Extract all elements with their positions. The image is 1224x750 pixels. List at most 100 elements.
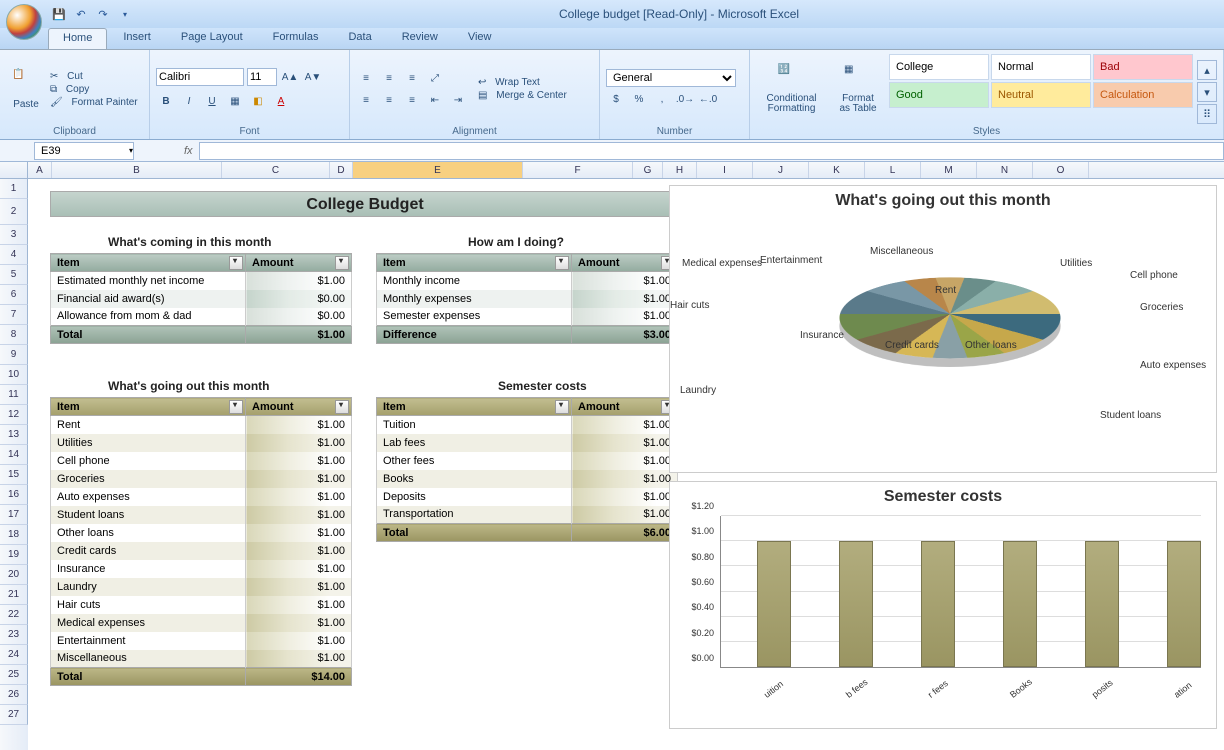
tab-review[interactable]: Review <box>388 28 452 49</box>
column-header[interactable]: I <box>697 162 753 178</box>
formula-input[interactable] <box>199 142 1224 160</box>
row-header[interactable]: 17 <box>0 505 28 525</box>
comma-format-icon[interactable]: , <box>652 89 672 109</box>
column-header[interactable]: M <box>921 162 977 178</box>
merge-center-button[interactable]: ▤ Merge & Center <box>478 90 567 101</box>
align-bottom-icon[interactable]: ≡ <box>402 68 422 88</box>
style-cell[interactable]: Normal <box>991 54 1091 80</box>
cut-button[interactable]: ✂ Cut <box>50 71 138 82</box>
tab-data[interactable]: Data <box>334 28 385 49</box>
row-header[interactable]: 7 <box>0 305 28 325</box>
row-header[interactable]: 8 <box>0 325 28 345</box>
column-header[interactable]: B <box>52 162 222 178</box>
row-header[interactable]: 9 <box>0 345 28 365</box>
tab-home[interactable]: Home <box>48 28 107 49</box>
row-header[interactable]: 19 <box>0 545 28 565</box>
tab-view[interactable]: View <box>454 28 506 49</box>
align-right-icon[interactable]: ≡ <box>402 90 422 110</box>
column-header[interactable]: A <box>28 162 52 178</box>
wrap-text-button[interactable]: ↩ Wrap Text <box>478 77 567 88</box>
filter-icon[interactable] <box>229 256 243 270</box>
column-header[interactable]: E <box>353 162 523 178</box>
font-size-select[interactable] <box>247 68 277 86</box>
row-header[interactable]: 27 <box>0 705 28 725</box>
italic-button[interactable]: I <box>179 91 199 111</box>
font-color-button[interactable]: A <box>271 91 291 111</box>
decrease-indent-icon[interactable]: ⇤ <box>425 90 445 110</box>
save-icon[interactable]: 💾 <box>50 5 68 23</box>
column-header[interactable]: F <box>523 162 633 178</box>
row-header[interactable]: 2 <box>0 199 28 225</box>
column-header[interactable]: H <box>663 162 697 178</box>
bar-chart[interactable]: Semester costs $0.00$0.20$0.40$0.60$0.80… <box>669 481 1217 729</box>
row-header[interactable]: 20 <box>0 565 28 585</box>
filter-icon[interactable] <box>229 400 243 414</box>
row-header[interactable]: 16 <box>0 485 28 505</box>
qat-dropdown-icon[interactable]: ▾ <box>116 5 134 23</box>
row-header[interactable]: 26 <box>0 685 28 705</box>
undo-icon[interactable]: ↶ <box>72 5 90 23</box>
row-header[interactable]: 15 <box>0 465 28 485</box>
accounting-format-icon[interactable]: $ <box>606 89 626 109</box>
styles-more-icon[interactable]: ⠿ <box>1197 104 1217 124</box>
column-header[interactable]: K <box>809 162 865 178</box>
tab-insert[interactable]: Insert <box>109 28 165 49</box>
redo-icon[interactable]: ↷ <box>94 5 112 23</box>
border-button[interactable]: ▦ <box>225 91 245 111</box>
increase-decimal-icon[interactable]: .0→ <box>675 89 695 109</box>
decrease-decimal-icon[interactable]: ←.0 <box>698 89 718 109</box>
worksheet-area[interactable]: College Budget What's coming in this mon… <box>28 179 1224 750</box>
styles-scroll-up-icon[interactable]: ▴ <box>1197 60 1217 80</box>
row-header[interactable]: 14 <box>0 445 28 465</box>
style-cell[interactable]: College <box>889 54 989 80</box>
row-header[interactable]: 18 <box>0 525 28 545</box>
style-cell[interactable]: Neutral <box>991 82 1091 108</box>
row-header[interactable]: 23 <box>0 625 28 645</box>
format-as-table-button[interactable]: ▦ Format as Table <box>831 54 885 124</box>
column-header[interactable]: C <box>222 162 330 178</box>
align-center-icon[interactable]: ≡ <box>379 90 399 110</box>
filter-icon[interactable] <box>335 256 349 270</box>
column-header[interactable]: G <box>633 162 663 178</box>
decrease-font-icon[interactable]: A▼ <box>303 67 323 87</box>
row-header[interactable]: 10 <box>0 365 28 385</box>
column-header[interactable]: O <box>1033 162 1089 178</box>
align-middle-icon[interactable]: ≡ <box>379 68 399 88</box>
row-header[interactable]: 12 <box>0 405 28 425</box>
office-button[interactable] <box>6 4 42 40</box>
column-header[interactable]: D <box>330 162 353 178</box>
fx-icon[interactable]: fx <box>184 145 193 157</box>
row-header[interactable]: 5 <box>0 265 28 285</box>
filter-icon[interactable] <box>335 400 349 414</box>
filter-icon[interactable] <box>555 256 569 270</box>
row-header[interactable]: 25 <box>0 665 28 685</box>
filter-icon[interactable] <box>555 400 569 414</box>
percent-format-icon[interactable]: % <box>629 89 649 109</box>
row-header[interactable]: 21 <box>0 585 28 605</box>
column-header[interactable]: L <box>865 162 921 178</box>
row-header[interactable]: 3 <box>0 225 28 245</box>
number-format-select[interactable]: General <box>606 69 736 87</box>
style-cell[interactable]: Bad <box>1093 54 1193 80</box>
tab-page-layout[interactable]: Page Layout <box>167 28 257 49</box>
row-header[interactable]: 24 <box>0 645 28 665</box>
row-header[interactable]: 4 <box>0 245 28 265</box>
style-cell[interactable]: Calculation <box>1093 82 1193 108</box>
name-box[interactable]: E39▾ <box>34 142 134 160</box>
row-header[interactable]: 1 <box>0 179 28 199</box>
format-painter-button[interactable]: 🖌 Format Painter <box>50 97 138 108</box>
underline-button[interactable]: U <box>202 91 222 111</box>
select-all-corner[interactable] <box>0 162 28 178</box>
row-header[interactable]: 11 <box>0 385 28 405</box>
align-top-icon[interactable]: ≡ <box>356 68 376 88</box>
increase-font-icon[interactable]: A▲ <box>280 67 300 87</box>
row-header[interactable]: 22 <box>0 605 28 625</box>
align-left-icon[interactable]: ≡ <box>356 90 376 110</box>
tab-formulas[interactable]: Formulas <box>259 28 333 49</box>
column-header[interactable]: J <box>753 162 809 178</box>
font-family-select[interactable] <box>156 68 244 86</box>
conditional-formatting-button[interactable]: 🔢 Conditional Formatting <box>756 54 827 124</box>
row-header[interactable]: 6 <box>0 285 28 305</box>
pie-chart[interactable]: What's going out this month RentUtilitie… <box>669 185 1217 473</box>
style-cell[interactable]: Good <box>889 82 989 108</box>
